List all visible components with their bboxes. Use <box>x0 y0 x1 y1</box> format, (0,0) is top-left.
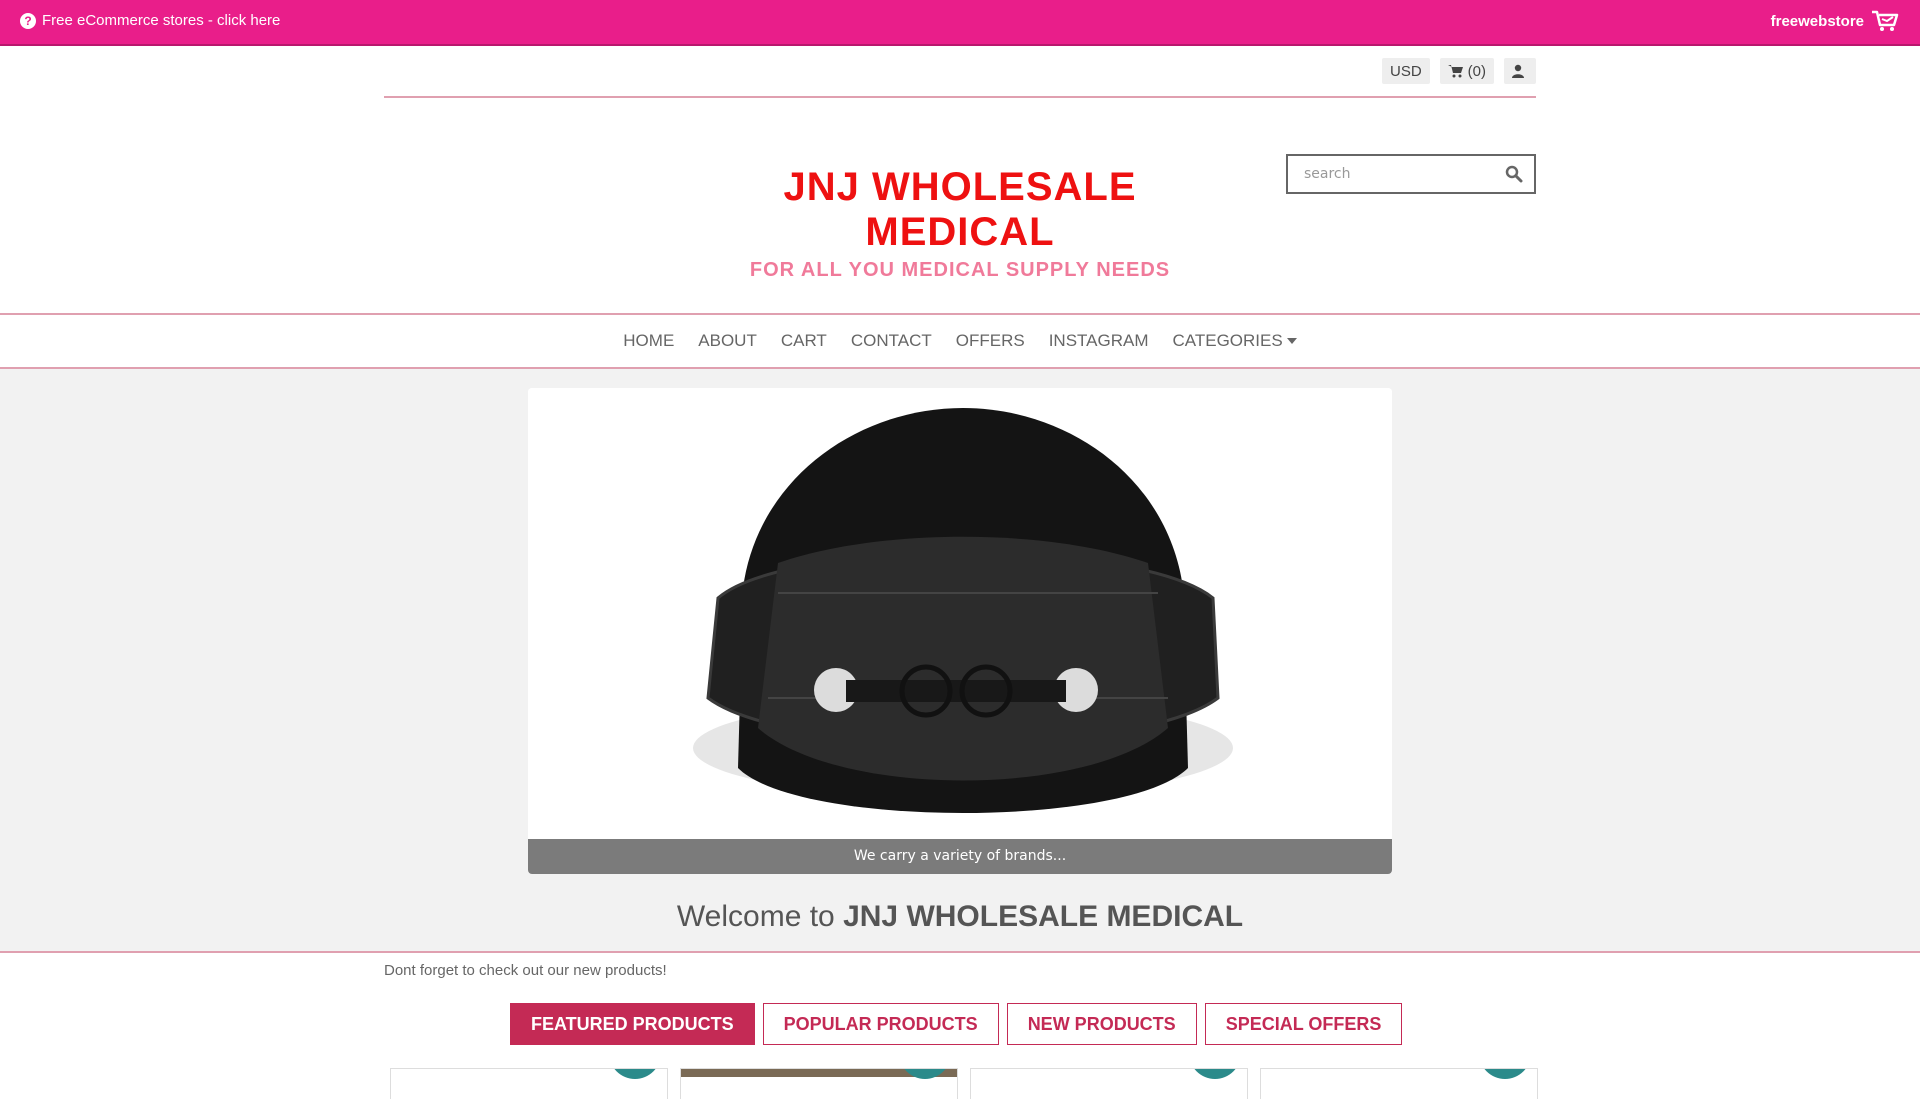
currency-button[interactable]: USD <box>1381 58 1430 84</box>
product-badge <box>1479 1069 1531 1079</box>
freewebstore-label[interactable]: freewebstore <box>1771 13 1864 30</box>
welcome-heading: Welcome to JNJ WHOLESALE MEDICAL <box>0 900 1920 934</box>
account-button[interactable] <box>1504 58 1536 84</box>
product-grid <box>390 1068 1538 1099</box>
nav-home[interactable]: HOME <box>623 331 674 351</box>
product-card[interactable] <box>390 1068 668 1099</box>
help-icon: ? <box>20 12 36 29</box>
shopping-cart-icon <box>1872 10 1899 31</box>
product-badge <box>1189 1069 1241 1079</box>
nav-contact[interactable]: CONTACT <box>851 331 932 351</box>
nav-instagram[interactable]: INSTAGRAM <box>1049 331 1149 351</box>
nav-categories-label: CATEGORIES <box>1172 331 1283 350</box>
welcome-prefix: Welcome to <box>676 900 835 933</box>
store-logo[interactable]: JNJ WHOLESALE MEDICAL FOR ALL YOU MEDICA… <box>700 165 1220 282</box>
search-input[interactable] <box>1302 165 1494 183</box>
welcome-store-name: JNJ WHOLESALE MEDICAL <box>843 900 1244 933</box>
product-badge <box>609 1069 661 1079</box>
nav-about[interactable]: ABOUT <box>698 331 757 351</box>
product-card[interactable] <box>1260 1068 1538 1099</box>
promo-bar: ? Free eCommerce stores - click here fre… <box>0 0 1920 46</box>
product-card[interactable] <box>680 1068 958 1099</box>
freewebstore-brand[interactable]: freewebstore <box>1771 9 1900 33</box>
main-nav: HOME ABOUT CART CONTACT OFFERS INSTAGRAM… <box>0 313 1920 369</box>
promo-link-text[interactable]: Free eCommerce stores - click here <box>42 12 280 29</box>
utility-bar: USD (0) <box>384 58 1536 98</box>
image-slider[interactable]: We carry a variety of brands... <box>528 388 1392 874</box>
user-icon <box>1512 64 1524 78</box>
slider-caption: We carry a variety of brands... <box>528 839 1392 874</box>
tab-new-products[interactable]: NEW PRODUCTS <box>1006 1003 1197 1045</box>
product-tabs: FEATURED PRODUCTS POPULAR PRODUCTS NEW P… <box>510 1003 1403 1045</box>
caret-down-icon <box>1286 338 1297 344</box>
cart-button[interactable]: (0) <box>1439 58 1494 84</box>
tab-featured-products[interactable]: FEATURED PRODUCTS <box>510 1003 755 1045</box>
currency-label: USD <box>1389 62 1422 80</box>
nav-offers[interactable]: OFFERS <box>956 331 1025 351</box>
promo-link[interactable]: ? Free eCommerce stores - click here <box>20 12 280 29</box>
search-box <box>1286 154 1536 194</box>
cart-icon <box>1447 65 1463 78</box>
product-card[interactable] <box>970 1068 1248 1099</box>
main-section: We carry a variety of brands... Welcome … <box>0 369 1920 953</box>
nav-categories[interactable]: CATEGORIES <box>1173 331 1297 351</box>
tab-special-offers[interactable]: SPECIAL OFFERS <box>1204 1003 1403 1045</box>
search-icon[interactable] <box>1494 165 1534 183</box>
new-products-note: Dont forget to check out our new product… <box>384 962 667 979</box>
cart-count: (0) <box>1467 62 1486 80</box>
tab-popular-products[interactable]: POPULAR PRODUCTS <box>762 1003 999 1045</box>
logo-subtitle: FOR ALL YOU MEDICAL SUPPLY NEEDS <box>749 259 1171 281</box>
logo-title: JNJ WHOLESALE MEDICAL <box>783 165 1137 254</box>
nav-cart[interactable]: CART <box>781 331 827 351</box>
back-brace-image <box>528 388 1392 874</box>
